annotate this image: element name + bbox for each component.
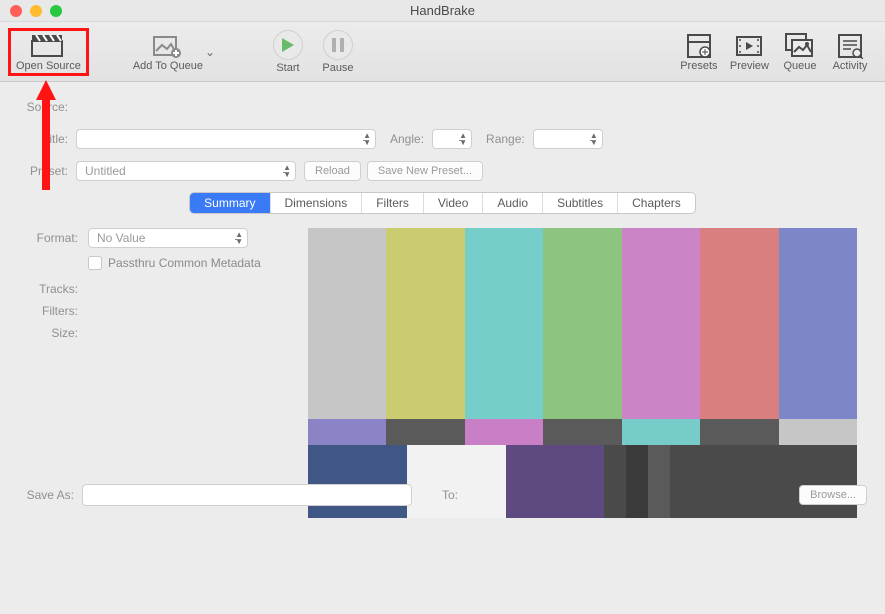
colorbar-segment (543, 419, 621, 445)
preset-label: Preset: (18, 164, 76, 178)
colorbar-segment (648, 445, 670, 518)
tracks-label: Tracks: (28, 282, 88, 296)
queue-button[interactable]: Queue (775, 30, 825, 74)
format-label: Format: (28, 231, 88, 245)
preview-icon (732, 32, 766, 60)
queue-icon (783, 32, 817, 60)
colorbar-segment (308, 228, 386, 419)
colorbar-segment (622, 228, 700, 419)
colorbar-segment (308, 419, 386, 445)
colorbar-segment (407, 445, 506, 518)
tab-filters[interactable]: Filters (362, 193, 424, 213)
pause-button[interactable]: Pause (313, 28, 363, 76)
activity-icon (833, 32, 867, 60)
format-value: No Value (97, 231, 145, 245)
colorbar-segment (604, 445, 626, 518)
activity-label: Activity (833, 60, 868, 72)
colorbar-segment (670, 445, 763, 518)
colorbar-segment (543, 228, 621, 419)
colorbar-segment (700, 419, 778, 445)
preset-value: Untitled (85, 164, 126, 178)
reload-button[interactable]: Reload (304, 161, 361, 181)
title-label: Title: (18, 132, 76, 146)
save-as-input[interactable] (82, 484, 412, 506)
preview-label: Preview (730, 60, 769, 72)
presets-icon (682, 32, 716, 60)
presets-label: Presets (680, 60, 717, 72)
tab-subtitles[interactable]: Subtitles (543, 193, 618, 213)
tabs: SummaryDimensionsFiltersVideoAudioSubtit… (18, 192, 867, 214)
tab-audio[interactable]: Audio (483, 193, 543, 213)
window-title: HandBrake (0, 3, 885, 18)
colorbar-segment (386, 419, 464, 445)
passthru-label: Passthru Common Metadata (108, 256, 261, 270)
content: Source: Title: ▲▼ Angle: ▲▼ Range: ▲▼ Pr… (0, 82, 885, 518)
format-select[interactable]: No Value ▲▼ (88, 228, 248, 248)
queue-label: Queue (783, 60, 816, 72)
preset-select[interactable]: Untitled ▲▼ (76, 161, 296, 181)
save-new-preset-button[interactable]: Save New Preset... (367, 161, 483, 181)
add-to-queue-button[interactable]: Add To Queue (127, 30, 209, 74)
colorbar-segment (386, 228, 464, 419)
activity-button[interactable]: Activity (825, 30, 875, 74)
open-source-label: Open Source (16, 60, 81, 72)
to-label: To: (412, 488, 466, 502)
add-to-queue-label: Add To Queue (133, 60, 203, 72)
angle-select[interactable]: ▲▼ (432, 129, 472, 149)
colorbar-segment (465, 228, 543, 419)
tab-chapters[interactable]: Chapters (618, 193, 695, 213)
passthru-checkbox[interactable] (88, 256, 102, 270)
colorbar-segment (465, 419, 543, 445)
colorbar-segment (308, 445, 407, 518)
preview-pane (308, 228, 857, 518)
tab-video[interactable]: Video (424, 193, 483, 213)
browse-button[interactable]: Browse... (799, 485, 867, 505)
presets-button[interactable]: Presets (674, 30, 724, 74)
preview-button[interactable]: Preview (724, 30, 775, 74)
range-select[interactable]: ▲▼ (533, 129, 603, 149)
pause-icon (323, 30, 353, 60)
play-icon (273, 30, 303, 60)
colorbar-segment (779, 419, 857, 445)
size-label: Size: (28, 326, 88, 340)
colorbar-segment (779, 228, 857, 419)
titlebar: HandBrake (0, 0, 885, 22)
source-label: Source: (18, 100, 76, 114)
start-label: Start (276, 62, 299, 74)
start-button[interactable]: Start (263, 28, 313, 76)
add-image-icon (151, 32, 185, 60)
save-as-label: Save As: (18, 488, 82, 502)
title-select[interactable]: ▲▼ (76, 129, 376, 149)
colorbar-segment (626, 445, 648, 518)
colorbar-segment (700, 228, 778, 419)
colorbar-segment (622, 419, 700, 445)
tab-summary[interactable]: Summary (190, 193, 270, 213)
add-to-queue-dropdown[interactable]: ⌄ (203, 45, 217, 59)
angle-label: Angle: (376, 132, 432, 146)
range-label: Range: (472, 132, 533, 146)
pause-label: Pause (322, 62, 353, 74)
filters-label: Filters: (28, 304, 88, 318)
toolbar: Open Source Add To Queue ⌄ Start (0, 22, 885, 82)
colorbar-segment (506, 445, 605, 518)
clapperboard-icon (31, 32, 65, 60)
colorbar-segment (764, 445, 857, 518)
open-source-button[interactable]: Open Source (10, 30, 87, 74)
tab-dimensions[interactable]: Dimensions (271, 193, 363, 213)
